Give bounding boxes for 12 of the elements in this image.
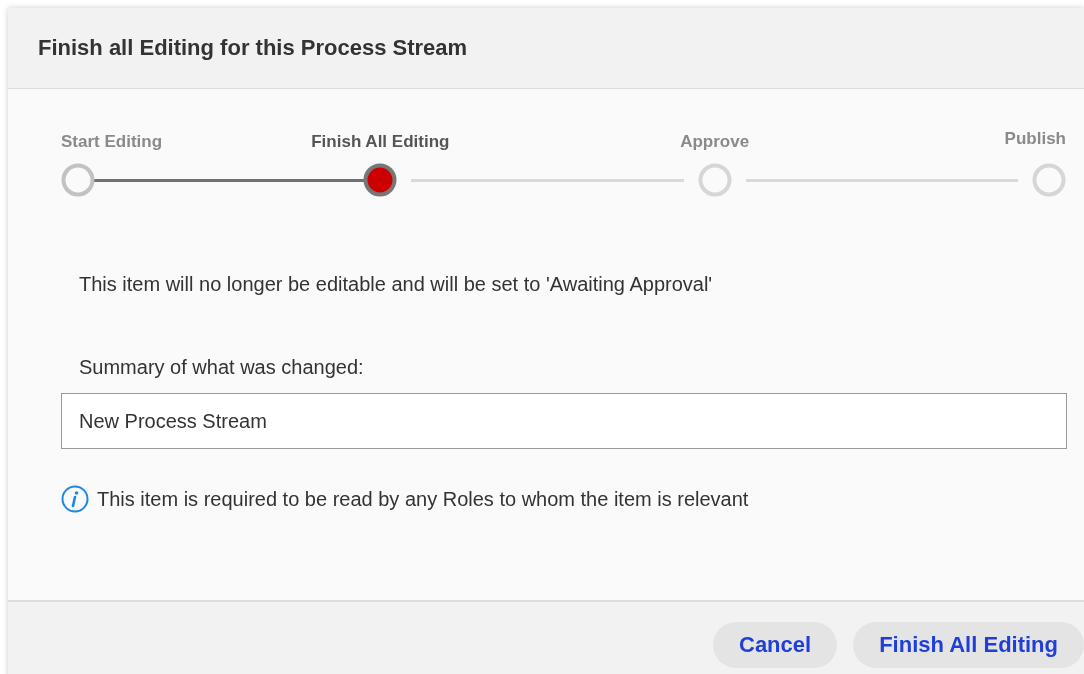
dialog-title: Finish all Editing for this Process Stream: [38, 35, 468, 61]
step-label: Publish: [1004, 129, 1066, 149]
info-text: This item is required to be read by any Roles to whom the item is relevant: [97, 487, 749, 511]
status-message: This item will no longer be editable and will be set to 'Awaiting Approval': [79, 273, 714, 296]
cancel-button[interactable]: Cancel: [713, 622, 838, 668]
finish-button[interactable]: Finish All Editing: [853, 622, 1084, 668]
step-label: Finish All Editing: [311, 132, 450, 152]
summary-input[interactable]: New Process Stream: [61, 393, 1067, 449]
step-label: Approve: [680, 132, 750, 152]
summary-label: Summary of what was changed:: [79, 356, 365, 379]
step-label: Start Editing: [61, 132, 163, 152]
info-icon: [61, 485, 89, 513]
